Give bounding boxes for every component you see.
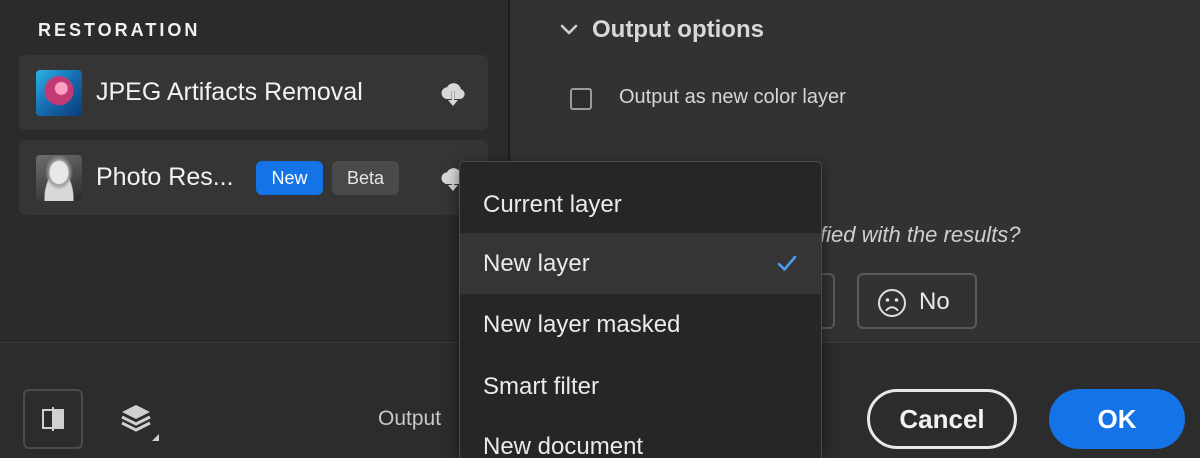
output-label: Output [378, 407, 442, 430]
cancel-button[interactable]: Cancel [867, 389, 1017, 449]
no-label: No [919, 288, 950, 315]
chevron-down-icon[interactable] [559, 20, 579, 40]
checkmark-icon [777, 255, 797, 271]
menu-item-new-layer[interactable]: New layer [460, 233, 821, 294]
layers-icon[interactable] [116, 399, 164, 447]
section-title: RESTORATION [38, 20, 201, 40]
split-view-icon [42, 407, 64, 431]
menu-item-label: New layer [483, 250, 590, 277]
cloud-download-icon[interactable] [438, 79, 468, 109]
output-new-color-layer-checkbox[interactable] [570, 88, 592, 110]
filters-panel: RESTORATION JPEG Artifacts Removal Photo… [0, 0, 508, 342]
checkbox-label: Output as new color layer [619, 86, 846, 108]
menu-item-label: Current layer [483, 191, 622, 218]
feedback-no-button[interactable]: No [857, 273, 977, 329]
new-badge: New [256, 161, 323, 195]
beta-badge: Beta [332, 161, 399, 195]
feedback-question: fied with the results? [820, 222, 1021, 247]
neural-filters-dialog: RESTORATION JPEG Artifacts Removal Photo… [0, 0, 1200, 458]
ok-button[interactable]: OK [1049, 389, 1185, 449]
compare-button[interactable] [23, 389, 83, 449]
menu-item-label: Smart filter [483, 373, 600, 400]
menu-item-label: New document [483, 433, 644, 458]
filter-thumbnail [36, 70, 82, 116]
menu-item-smart-filter[interactable]: Smart filter [460, 356, 821, 417]
filter-name: Photo Res... [96, 163, 234, 191]
filter-thumbnail [36, 155, 82, 201]
output-options-title[interactable]: Output options [592, 16, 764, 44]
filter-item-jpeg-artifacts-removal[interactable]: JPEG Artifacts Removal [19, 55, 488, 130]
menu-item-new-document[interactable]: New document [460, 416, 821, 458]
menu-item-label: New layer masked [483, 311, 681, 338]
sad-face-icon [878, 289, 906, 317]
filter-name: JPEG Artifacts Removal [96, 78, 363, 106]
filter-item-photo-restoration[interactable]: Photo Res... New Beta [19, 140, 488, 215]
menu-item-new-layer-masked[interactable]: New layer masked [460, 294, 821, 355]
output-dropdown-menu: Current layer New layer New layer masked… [459, 161, 822, 458]
menu-item-current-layer[interactable]: Current layer [460, 174, 821, 235]
